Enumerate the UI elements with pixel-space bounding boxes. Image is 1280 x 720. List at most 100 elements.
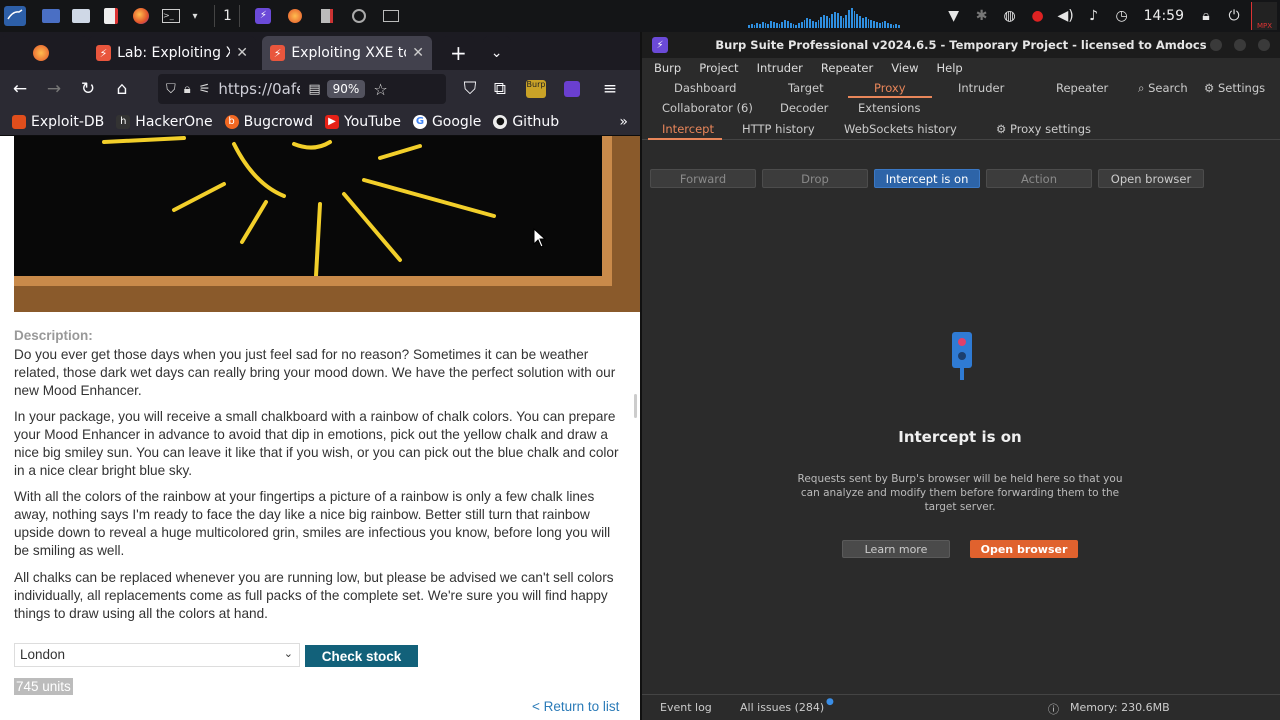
close-tab-icon[interactable]: ✕ [236, 45, 248, 61]
all-issues-link[interactable]: All issues (284) [740, 701, 824, 714]
bookmark-hackerone[interactable]: h HackerOne [116, 114, 213, 130]
audio-bar [856, 14, 859, 28]
menu-project[interactable]: Project [699, 61, 738, 75]
tab-collaborator[interactable]: Collaborator (6) [662, 101, 753, 115]
permissions-icon[interactable]: ⚟ [199, 82, 211, 97]
menu-view[interactable]: View [891, 61, 918, 75]
vpn-icon[interactable]: ◍ [999, 5, 1021, 27]
burp-taskbar-icon[interactable]: ⚡ [252, 6, 274, 26]
tab-proxy[interactable]: Proxy [874, 81, 906, 95]
subtab-intercept[interactable]: Intercept [662, 122, 714, 136]
terminal-icon[interactable]: >_ [160, 6, 182, 26]
firefox-icon[interactable] [130, 6, 152, 26]
check-stock-button[interactable]: Check stock [305, 645, 418, 667]
forward-icon[interactable]: → [40, 75, 68, 103]
tab-extensions[interactable]: Extensions [858, 101, 920, 115]
search-button[interactable]: ⌕ Search [1138, 81, 1188, 96]
tab-target[interactable]: Target [788, 81, 824, 95]
extensions-icon[interactable]: ⧉ [486, 75, 514, 103]
event-log-link[interactable]: Event log [660, 701, 712, 714]
proxy-settings-button[interactable]: ⚙ Proxy settings [996, 122, 1091, 136]
tab-repeater[interactable]: Repeater [1056, 81, 1108, 95]
audio-bar [761, 22, 764, 28]
forward-button[interactable]: Forward [650, 169, 756, 188]
more-bookmarks-icon[interactable]: » [619, 114, 628, 130]
tab-dashboard[interactable]: Dashboard [674, 81, 736, 95]
bluetooth-icon[interactable]: ✱ [971, 5, 993, 27]
lock-icon[interactable]: 🔒︎ [1195, 5, 1217, 27]
bookmark-exploit-db[interactable]: Exploit-DB [12, 114, 104, 130]
firefox-window-icon[interactable] [284, 6, 306, 26]
bookmark-google[interactable]: G Google [412, 114, 481, 130]
window-icon-3[interactable] [316, 6, 338, 26]
microphone-icon[interactable]: ● [1027, 5, 1049, 27]
gear-icon: ⚙ [1204, 81, 1215, 95]
home-icon[interactable]: ⌂ [108, 75, 136, 103]
maximize-icon[interactable] [1234, 39, 1246, 51]
tab-lab-exploiting[interactable]: ⚡ Lab: Exploiting XX ✕ [88, 36, 256, 70]
bookmark-star-icon[interactable]: ☆ [373, 80, 387, 99]
bookmark-github[interactable]: ● Github [493, 114, 559, 130]
store-select[interactable]: London ⌄ [14, 643, 300, 667]
back-icon[interactable]: ← [6, 75, 34, 103]
new-tab-button[interactable]: + [442, 36, 475, 70]
return-to-list-link[interactable]: < Return to list [532, 699, 619, 714]
menu-repeater[interactable]: Repeater [821, 61, 873, 75]
burp-status-bar: Event log All issues (284) ● ⓘ Memory: 2… [642, 694, 1280, 720]
list-all-tabs-icon[interactable]: ⌄ [482, 36, 511, 70]
window-icon-4[interactable] [348, 6, 370, 26]
chevron-down-icon[interactable]: ▾ [184, 6, 206, 26]
subtab-http-history[interactable]: HTTP history [742, 122, 815, 136]
audio-bar [786, 21, 789, 28]
audio-bar [770, 21, 773, 28]
menu-burp[interactable]: Burp [654, 61, 681, 75]
page-scrollbar[interactable] [634, 394, 637, 418]
minimize-icon[interactable] [1210, 39, 1222, 51]
reader-view-icon[interactable]: ▤ [308, 82, 320, 97]
bookmark-bugcrowd[interactable]: b Bugcrowd [224, 114, 313, 130]
learn-more-button[interactable]: Learn more [842, 540, 950, 558]
url-bar[interactable]: ⛉ 🔒︎ ⚟ https://0afe ▤ 90% ☆ [158, 74, 446, 104]
files-icon[interactable] [70, 6, 92, 26]
menu-help[interactable]: Help [936, 61, 962, 75]
burp-menu-bar: Burp Project Intruder Repeater View Help [642, 58, 1280, 78]
tab-intruder[interactable]: Intruder [958, 81, 1004, 95]
reload-icon[interactable]: ↻ [74, 75, 102, 103]
burp-extension-icon[interactable]: Burp [522, 75, 550, 103]
menu-intruder[interactable]: Intruder [757, 61, 803, 75]
audio-bar [764, 23, 767, 28]
shield-icon[interactable]: ⛉ [166, 82, 176, 97]
open-browser-button[interactable]: Open browser [970, 540, 1078, 558]
close-tab-icon[interactable]: ✕ [412, 45, 424, 61]
intercept-heading: Intercept is on [898, 428, 1022, 446]
workspace-indicator[interactable]: 1 [214, 5, 241, 27]
intercept-toggle-button[interactable]: Intercept is on [874, 169, 980, 188]
window-icon-5[interactable] [380, 6, 402, 26]
clock[interactable]: 14:59 [1144, 8, 1184, 24]
puzzle-extension-icon[interactable] [558, 75, 586, 103]
drop-button[interactable]: Drop [762, 169, 868, 188]
volume-icon[interactable]: ◀) [1055, 5, 1077, 27]
bookmark-youtube[interactable]: ▶ YouTube [325, 114, 401, 130]
tab-exploiting-xxe[interactable]: ⚡ Exploiting XXE to ✕ [262, 36, 432, 70]
notification-bell-icon[interactable]: ♪ [1083, 5, 1105, 27]
tab-decoder[interactable]: Decoder [780, 101, 828, 115]
firefox-logo-icon [33, 45, 49, 61]
close-icon[interactable] [1258, 39, 1270, 51]
hamburger-menu-icon[interactable]: ≡ [596, 75, 624, 103]
subtab-websockets-history[interactable]: WebSockets history [844, 122, 957, 136]
firefox-view-tab[interactable] [0, 36, 88, 70]
kali-menu-icon[interactable] [4, 6, 26, 26]
editor-icon[interactable] [100, 6, 122, 26]
power-icon[interactable]: ⏻ [1223, 5, 1245, 27]
open-browser-toolbar-button[interactable]: Open browser [1098, 169, 1204, 188]
action-button[interactable]: Action [986, 169, 1092, 188]
wifi-icon[interactable]: ▼ [943, 5, 965, 27]
url-text[interactable]: https://0afe [218, 80, 300, 98]
desktop-icon[interactable] [40, 6, 62, 26]
lock-icon[interactable]: 🔒︎ [184, 82, 191, 97]
portswigger-favicon-icon: ⚡ [270, 45, 286, 61]
pocket-icon[interactable]: ⛉ [456, 75, 484, 103]
settings-button[interactable]: ⚙ Settings [1204, 81, 1265, 95]
zoom-level[interactable]: 90% [326, 80, 366, 98]
